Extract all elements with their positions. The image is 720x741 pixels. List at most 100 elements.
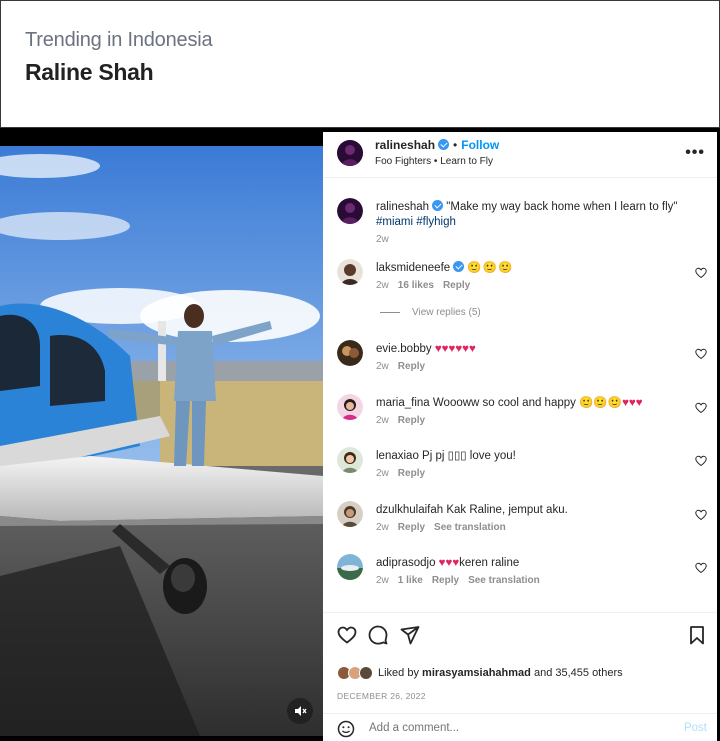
comment-likes[interactable]: 1 like [398,575,423,586]
reply-button[interactable]: Reply [443,280,470,291]
liked-by-text: Liked by mirasyamsiahahmad and 35,455 ot… [378,667,623,679]
heart-icon[interactable] [695,402,707,414]
see-translation-link[interactable]: See translation [434,522,506,533]
divider [380,311,400,313]
comment-body: Pj pj ▯▯▯ love you! [422,450,516,462]
comment-body: Woooww so cool and happy [432,397,576,409]
comment-meta: 2w 1 like Reply See translation [376,575,549,586]
verified-icon [432,200,444,211]
comment-text: adiprasodjo ♥♥♥keren raline [376,556,696,571]
emoji-icon[interactable] [337,720,355,738]
author-username[interactable]: ralineshah [375,138,435,152]
comment-input[interactable] [369,722,619,734]
comments-list[interactable]: ralineshah "Make my way back home when I… [323,179,717,611]
avatar[interactable] [337,501,363,527]
comment-meta: 2w Reply [376,361,434,372]
follow-button[interactable]: Follow [461,138,499,152]
comment-text: laksmideneefe 🙂🙂🙂 [376,261,696,276]
separator-dot: • [453,138,458,152]
mute-button[interactable] [287,698,313,724]
avatar[interactable] [337,259,363,285]
comment-emoji: 🙂🙂🙂 [467,262,514,274]
caption-body: "Make my way back home when I learn to f… [446,201,678,213]
comment-text: lenaxiao Pj pj ▯▯▯ love you! [376,449,696,464]
post-photo [0,146,323,736]
instagram-post: ralineshah • Follow Foo Fighters • Learn t… [0,128,720,741]
comment-username[interactable]: adiprasodjo [376,557,435,569]
trending-label: Trending in Indonesia [25,29,213,51]
comment-time[interactable]: 2w [376,415,389,426]
liked-by: Liked by mirasyamsiahahmad and 35,455 ot… [337,665,623,681]
comment-time[interactable]: 2w [376,468,389,479]
comment-meta: 2w 16 likes Reply [376,280,479,291]
post-comment-button[interactable]: Post [684,722,707,734]
reply-button[interactable]: Reply [398,361,425,372]
comment-emoji: 🙂🙂🙂♥♥♥ [579,397,643,409]
bookmark-icon[interactable] [687,625,707,645]
caption-username[interactable]: ralineshah [376,201,429,213]
avatar[interactable] [337,198,363,224]
post-date[interactable]: DECEMBER 26, 2022 [337,691,426,701]
comment-username[interactable]: evie.bobby [376,343,432,355]
liked-by-count[interactable]: and 35,455 others [534,667,623,679]
post-author: ralineshah • Follow [375,138,499,152]
avatar[interactable] [337,394,363,420]
post-sidebar: ralineshah • Follow Foo Fighters • Learn t… [323,132,717,741]
verified-icon [438,139,450,150]
more-options-icon[interactable]: ••• [685,144,705,162]
reply-button[interactable]: Reply [398,468,425,479]
caption-meta: 2w [376,234,398,245]
caption-hashtags[interactable]: #miami #flyhigh [376,216,456,228]
heart-icon[interactable] [695,562,707,574]
share-icon[interactable] [400,625,420,645]
heart-icon[interactable] [695,348,707,360]
reply-button[interactable]: Reply [398,522,425,533]
comment-username[interactable]: lenaxiao [376,450,419,462]
post-actions: Liked by mirasyamsiahahmad and 35,455 ot… [323,612,717,741]
comment-time[interactable]: 2w [376,522,389,533]
comment-username[interactable]: dzulkhulaifah [376,504,443,516]
comment-meta: 2w Reply [376,468,434,479]
liked-by-user[interactable]: mirasyamsiahahmad [422,667,531,679]
comment-username[interactable]: maria_fina [376,397,430,409]
audio-track[interactable]: Foo Fighters • Learn to Fly [375,156,493,167]
comment-username[interactable]: laksmideneefe [376,262,450,274]
comment-body: Kak Raline, jemput aku. [446,504,568,516]
liked-by-prefix: Liked by [378,667,419,679]
comment-time[interactable]: 2w [376,280,389,291]
reply-button[interactable]: Reply [432,575,459,586]
avatar[interactable] [359,666,373,680]
caption-time[interactable]: 2w [376,234,389,245]
comment-icon[interactable] [368,625,388,645]
comment-text: evie.bobby ♥♥♥♥♥♥ [376,342,696,357]
avatar[interactable] [337,140,363,166]
comment-meta: 2w Reply See translation [376,522,515,533]
comment-text: maria_fina Woooww so cool and happy 🙂🙂🙂♥… [376,396,696,411]
comment-time[interactable]: 2w [376,361,389,372]
trending-title[interactable]: Raline Shah [25,59,154,86]
heart-icon[interactable] [695,267,707,279]
comment-time[interactable]: 2w [376,575,389,586]
comment-meta: 2w Reply [376,415,434,426]
mute-icon [295,706,307,716]
comment-likes[interactable]: 16 likes [398,280,434,291]
reply-button[interactable]: Reply [398,415,425,426]
trending-card[interactable]: Trending in Indonesia Raline Shah [0,0,720,128]
heart-icon[interactable] [695,455,707,467]
heart-icon[interactable] [695,509,707,521]
post-video[interactable] [0,146,323,736]
caption-text: ralineshah "Make my way back home when I… [376,200,696,230]
view-replies-label[interactable]: View replies (5) [412,307,481,318]
avatar[interactable] [337,554,363,580]
view-replies[interactable]: View replies (5) [380,307,481,318]
verified-icon [453,261,465,272]
comment-text: dzulkhulaifah Kak Raline, jemput aku. [376,503,696,518]
like-heart-icon[interactable] [337,625,357,645]
add-comment-bar: Post [323,713,717,741]
see-translation-link[interactable]: See translation [468,575,540,586]
comment-emoji: ♥♥♥♥♥♥ [434,343,476,355]
avatar[interactable] [337,447,363,473]
post-header: ralineshah • Follow Foo Fighters • Learn t… [323,132,717,178]
comment-body: keren raline [459,557,520,569]
avatar[interactable] [337,340,363,366]
